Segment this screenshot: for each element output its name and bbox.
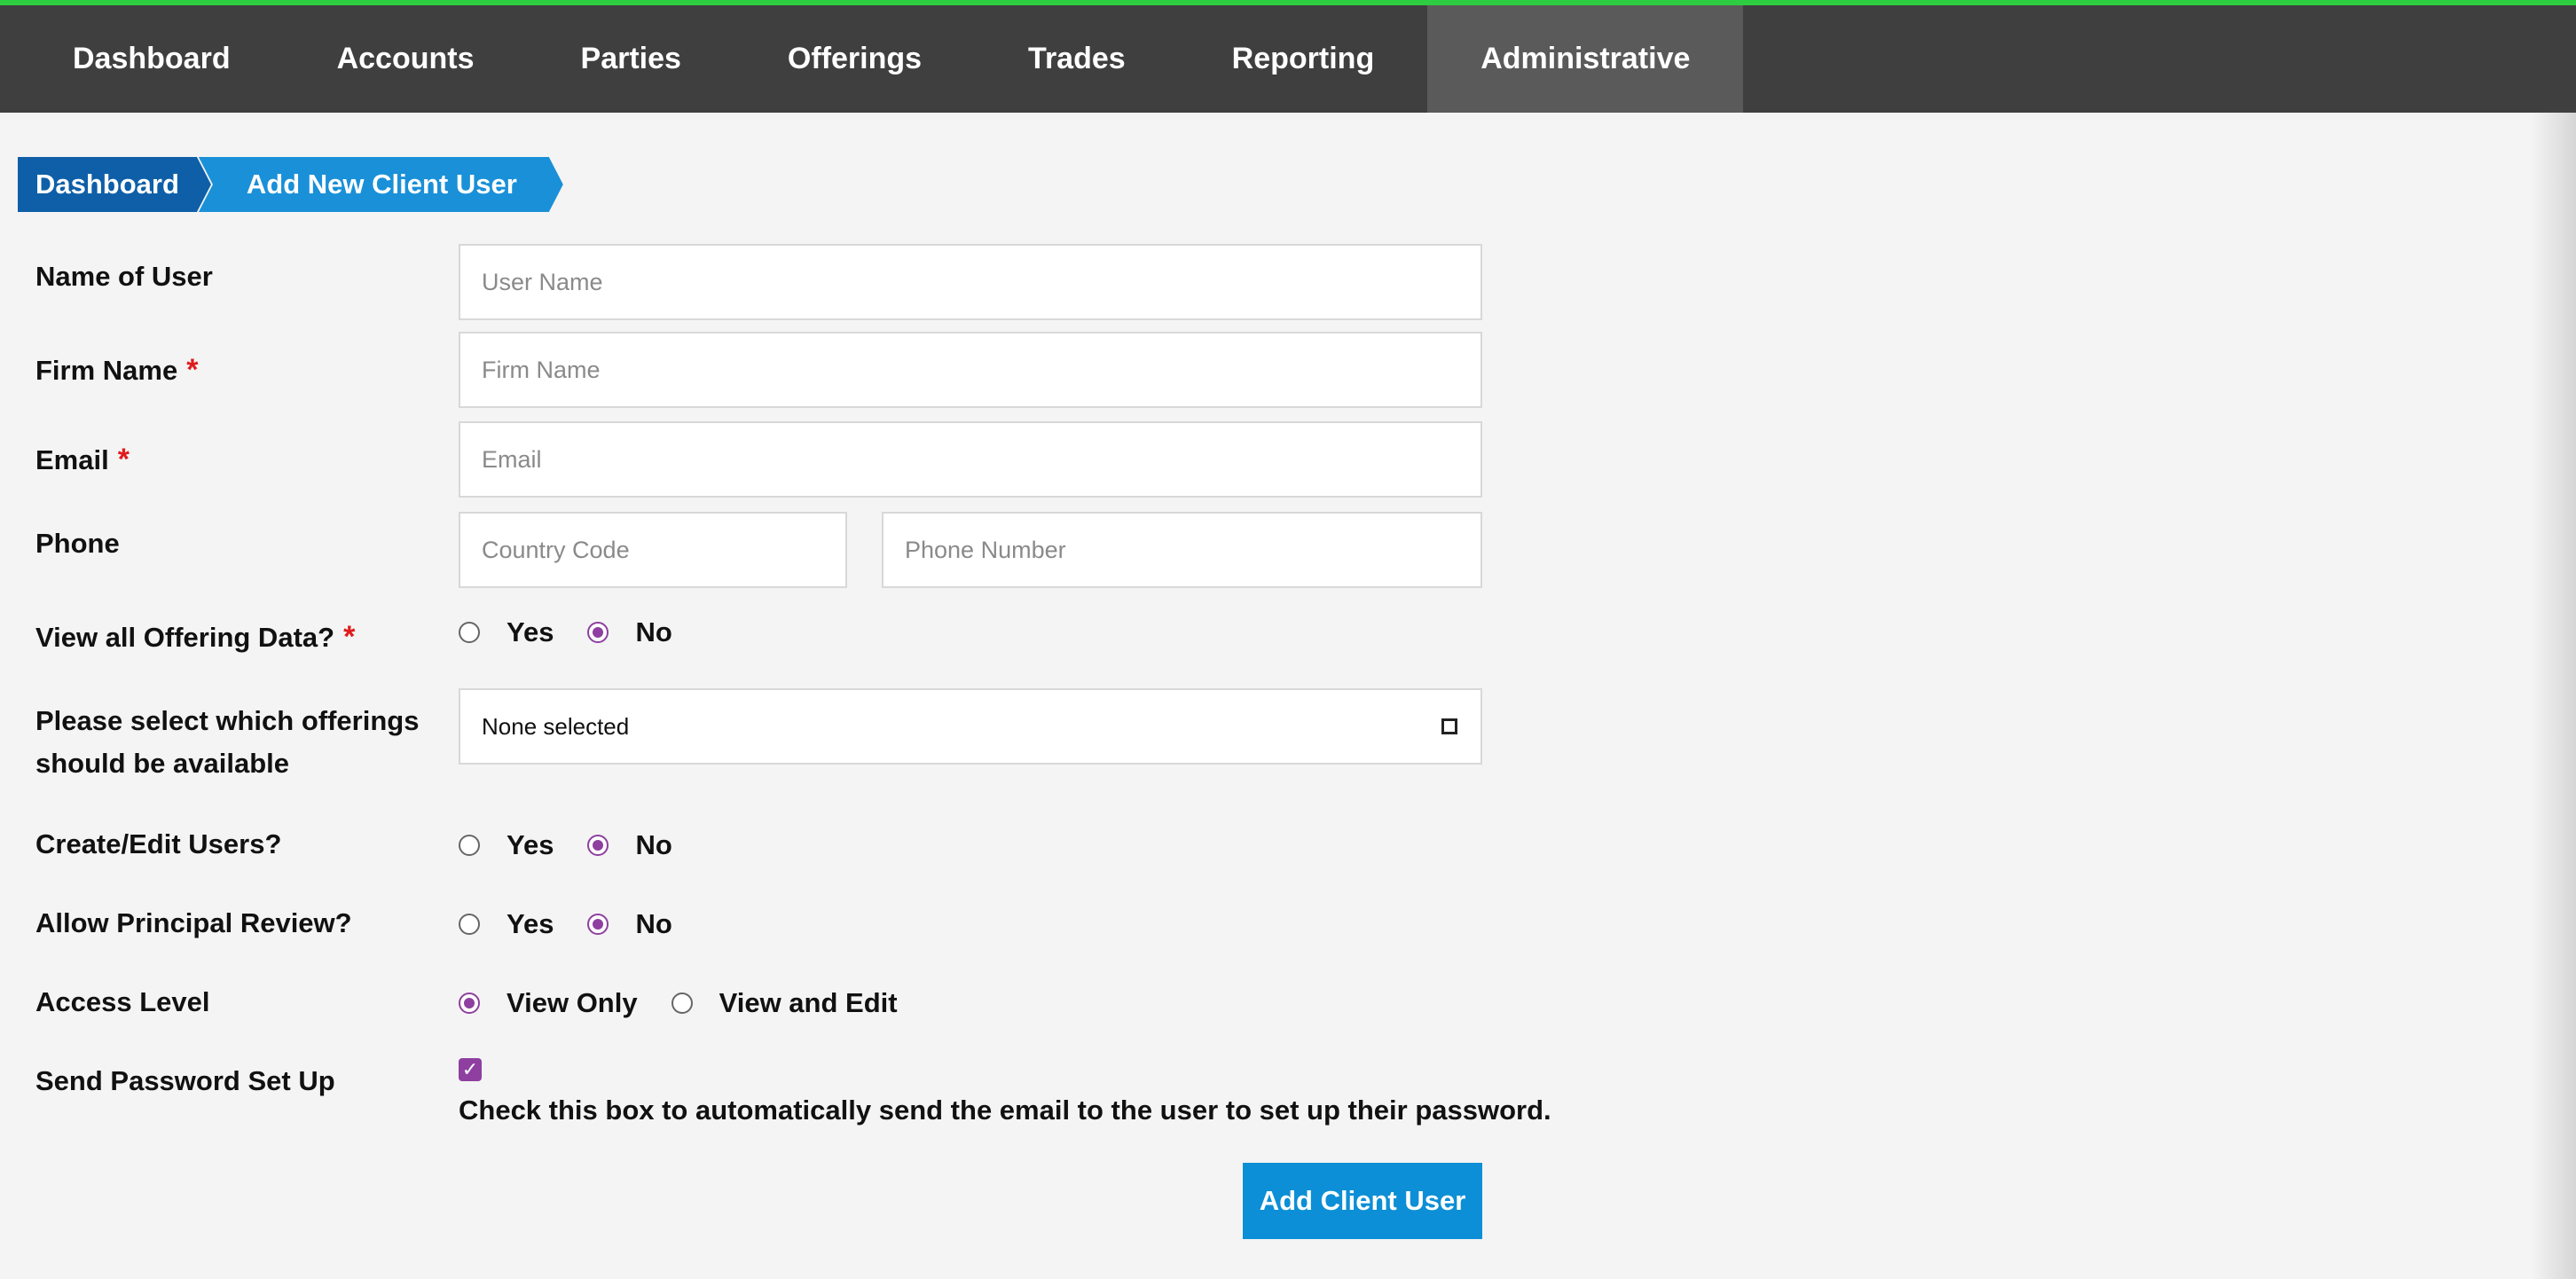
access-level-label-text: Access Level xyxy=(35,986,210,1017)
email-input[interactable] xyxy=(459,421,1482,498)
nav-item-dashboard[interactable]: Dashboard xyxy=(20,5,284,113)
access-level-view-only-radio[interactable] xyxy=(459,993,480,1014)
phone-number-input[interactable] xyxy=(882,512,1482,588)
offerings-label-line2: should be available xyxy=(35,748,289,779)
create-edit-users-label: Create/Edit Users? xyxy=(35,823,281,866)
view-all-offering-data-no-option[interactable]: No xyxy=(587,616,705,648)
send-password-setup-label: Send Password Set Up xyxy=(35,1060,335,1102)
view-all-offering-data-no-radio[interactable] xyxy=(587,622,609,643)
country-code-input[interactable] xyxy=(459,512,847,588)
send-password-setup-label-text: Send Password Set Up xyxy=(35,1065,335,1096)
send-password-setup-help-text: Check this box to automatically send the… xyxy=(459,1095,1551,1126)
nav-item-administrative[interactable]: Administrative xyxy=(1427,5,1744,113)
create-edit-users-no-option[interactable]: No xyxy=(587,829,705,861)
create-edit-users-yes-label: Yes xyxy=(507,829,554,860)
offerings-label-line1: Please select which offerings xyxy=(35,705,420,736)
create-edit-users-yes-option[interactable]: Yes xyxy=(459,829,587,861)
email-required-marker: * xyxy=(117,443,130,476)
allow-principal-review-no-option[interactable]: No xyxy=(587,908,705,940)
create-edit-users-radio-group: Yes No xyxy=(459,823,706,867)
email-label-text: Email xyxy=(35,444,109,475)
view-all-offering-data-radio-group: Yes No xyxy=(459,610,706,655)
allow-principal-review-label-text: Allow Principal Review? xyxy=(35,907,352,938)
breadcrumb-dashboard-link[interactable]: Dashboard xyxy=(18,157,211,212)
name-of-user-label-text: Name of User xyxy=(35,261,213,292)
create-edit-users-no-radio[interactable] xyxy=(587,835,609,856)
email-label: Email * xyxy=(35,438,130,482)
create-edit-users-label-text: Create/Edit Users? xyxy=(35,828,282,859)
view-all-offering-data-yes-label: Yes xyxy=(507,616,554,647)
nav-item-reporting[interactable]: Reporting xyxy=(1179,5,1428,113)
create-edit-users-no-label: No xyxy=(635,829,672,860)
breadcrumb-current-page: Add New Client User xyxy=(199,157,563,212)
add-client-user-button[interactable]: Add Client User xyxy=(1243,1163,1482,1239)
nav-item-parties[interactable]: Parties xyxy=(528,5,734,113)
view-all-offering-data-label: View all Offering Data? * xyxy=(35,616,355,659)
checkmark-icon: ✓ xyxy=(461,1058,479,1080)
access-level-radio-group: View Only View and Edit xyxy=(459,981,931,1025)
view-all-offering-data-no-label: No xyxy=(635,616,672,647)
firm-name-required-marker: * xyxy=(186,353,199,387)
offerings-selected-text: None selected xyxy=(482,712,630,740)
access-level-label: Access Level xyxy=(35,981,209,1024)
allow-principal-review-no-label: No xyxy=(635,908,672,939)
firm-name-label-text: Firm Name xyxy=(35,355,178,386)
view-all-offering-data-yes-option[interactable]: Yes xyxy=(459,616,587,648)
nav-item-accounts[interactable]: Accounts xyxy=(284,5,528,113)
allow-principal-review-yes-label: Yes xyxy=(507,908,554,939)
firm-name-label: Firm Name * xyxy=(35,349,198,392)
allow-principal-review-yes-radio[interactable] xyxy=(459,914,480,935)
create-edit-users-yes-radio[interactable] xyxy=(459,835,480,856)
access-level-view-and-edit-label: View and Edit xyxy=(719,987,898,1018)
access-level-view-and-edit-radio[interactable] xyxy=(671,993,693,1014)
view-all-offering-data-label-text: View all Offering Data? xyxy=(35,622,335,653)
view-all-offering-data-required-marker: * xyxy=(343,620,356,654)
square-icon xyxy=(1441,718,1457,734)
view-all-offering-data-yes-radio[interactable] xyxy=(459,622,480,643)
offerings-label: Please select which offerings should be … xyxy=(35,700,419,785)
page-edge-shadow xyxy=(2532,113,2576,1279)
user-name-input[interactable] xyxy=(459,244,1482,320)
access-level-view-only-label: View Only xyxy=(507,987,638,1018)
access-level-view-only-option[interactable]: View Only xyxy=(459,987,671,1019)
allow-principal-review-no-radio[interactable] xyxy=(587,914,609,935)
allow-principal-review-label: Allow Principal Review? xyxy=(35,902,352,945)
offerings-multiselect[interactable]: None selected xyxy=(459,688,1482,765)
firm-name-input[interactable] xyxy=(459,332,1482,408)
phone-label: Phone xyxy=(35,522,120,565)
phone-label-text: Phone xyxy=(35,528,120,559)
send-password-setup-checkbox[interactable]: ✓ xyxy=(459,1058,482,1081)
breadcrumb: Dashboard Add New Client User xyxy=(18,157,563,212)
allow-principal-review-yes-option[interactable]: Yes xyxy=(459,908,587,940)
access-level-view-and-edit-option[interactable]: View and Edit xyxy=(671,987,931,1019)
name-of-user-label: Name of User xyxy=(35,255,213,298)
top-navigation-bar: Dashboard Accounts Parties Offerings Tra… xyxy=(0,0,2576,113)
nav-item-trades[interactable]: Trades xyxy=(975,5,1179,113)
allow-principal-review-radio-group: Yes No xyxy=(459,902,706,946)
nav-item-offerings[interactable]: Offerings xyxy=(734,5,975,113)
